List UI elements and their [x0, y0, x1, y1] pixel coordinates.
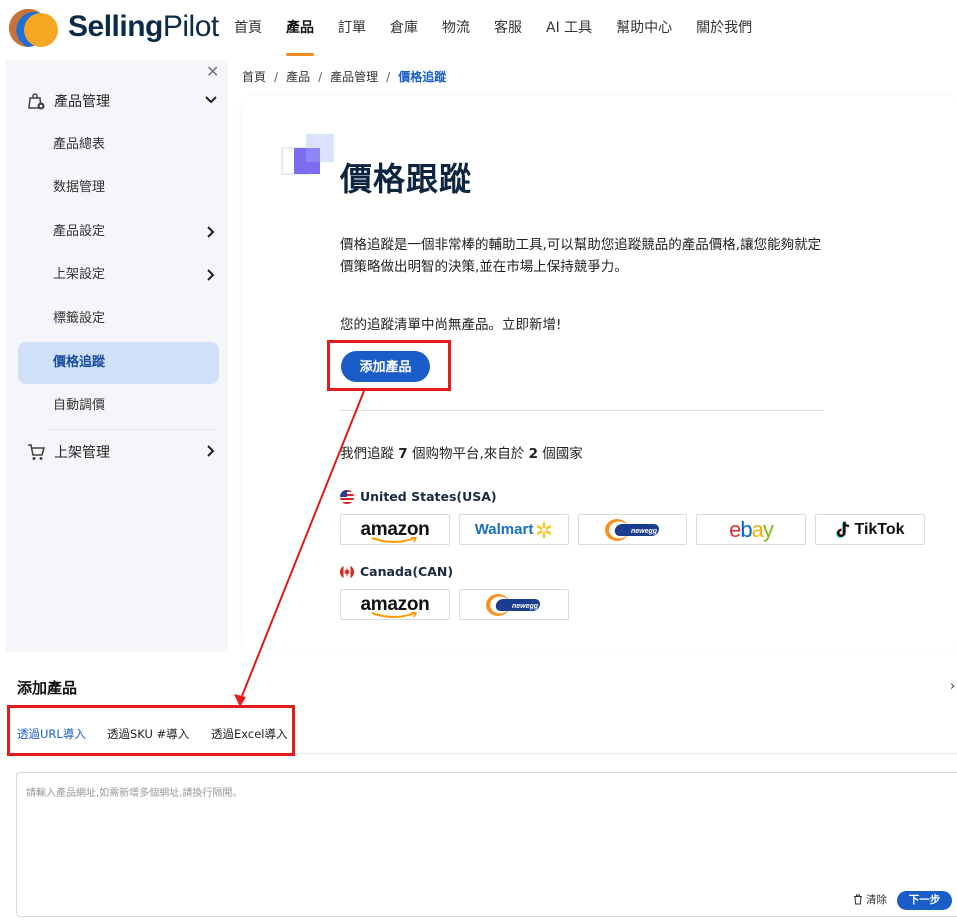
- add-product-button[interactable]: 添加產品: [341, 351, 430, 382]
- sidebar-item-label: 標籤設定: [53, 311, 106, 326]
- marketplace-tiktok-usa[interactable]: TikTok: [815, 514, 925, 545]
- marketplace-newegg-canada[interactable]: newegg: [459, 589, 569, 620]
- breadcrumb-current: 價格追蹤: [398, 70, 447, 84]
- breadcrumb-separator: /: [274, 69, 279, 84]
- walmart-spark-icon: [537, 521, 552, 538]
- sidebar-item-product-settings[interactable]: 產品設定: [18, 211, 219, 253]
- chevron-right-icon: [207, 269, 215, 281]
- usa-flag-icon: [340, 489, 354, 504]
- walmart-logo-text: Walmart: [474, 521, 534, 538]
- trash-icon: [854, 894, 862, 905]
- amazon-smile-icon: [371, 537, 417, 543]
- newegg-logo-text: newegg: [512, 603, 539, 610]
- summary-middle: 個购物平台,來自於: [412, 446, 525, 462]
- product-bag-icon: [28, 93, 45, 110]
- sidebar-group-label: 產品管理: [54, 94, 110, 110]
- clear-button-label: 清除: [866, 894, 887, 906]
- sidebar-item-product-list[interactable]: 產品總表: [18, 124, 219, 166]
- url-input-placeholder: 請輸入產品網址,如需新增多個網址,請換行隔開。: [26, 788, 243, 799]
- marketplace-walmart-usa[interactable]: Walmart: [459, 514, 569, 545]
- nav-item-home[interactable]: 首頁: [222, 0, 274, 56]
- sidebar-item-label: 產品總表: [53, 137, 106, 152]
- marketplace-ebay-usa[interactable]: ebay: [696, 514, 806, 545]
- breadcrumb-products[interactable]: 產品: [286, 68, 310, 85]
- region-name: Canada(CAN): [360, 564, 454, 579]
- nav-item-about-us[interactable]: 關於我們: [684, 0, 764, 56]
- newegg-logo-icon: newegg: [604, 518, 659, 541]
- sidebar-item-label: 数据管理: [53, 180, 106, 195]
- sellingpilot-logo-icon[interactable]: [8, 6, 62, 50]
- breadcrumb-product-management[interactable]: 產品管理: [330, 68, 378, 85]
- newegg-logo-text: newegg: [631, 528, 658, 535]
- chevron-right-icon[interactable]: [204, 444, 218, 458]
- region-canada: Canada(CAN): [340, 564, 453, 579]
- region-usa: United States(USA): [340, 489, 497, 504]
- top-navigation-bar: SellingPilot 首頁 產品 訂單 倉庫 物流 客服 AI 工具 幫助中…: [0, 0, 957, 56]
- sidebar-group-product-management[interactable]: 產品管理: [6, 81, 228, 121]
- sidebar-group-label: 上架管理: [54, 445, 110, 461]
- content-divider: [340, 410, 824, 411]
- tiktok-logo-text: TikTok: [854, 520, 905, 538]
- chevron-right-icon: [207, 226, 215, 238]
- sidebar-item-price-tracking[interactable]: 價格追蹤: [18, 342, 219, 384]
- sidebar-group-listing-management[interactable]: 上架管理: [6, 432, 228, 472]
- summary-prefix: 我們追蹤: [340, 446, 394, 462]
- price-tracking-squares-icon: [281, 134, 334, 175]
- next-step-button[interactable]: 下一步: [897, 891, 952, 910]
- breadcrumb: 首頁 / 產品 / 產品管理 / 價格追蹤: [242, 68, 446, 85]
- sidebar-item-label: 價格追蹤: [53, 355, 106, 370]
- tab-import-excel[interactable]: 透過Excel導入: [211, 726, 287, 742]
- sidebar-close-icon[interactable]: ✕: [206, 62, 219, 81]
- import-method-tabs: 透過URL導入 透過SKU #導入 透過Excel導入: [0, 714, 957, 754]
- marketplace-amazon-usa[interactable]: amazon: [340, 514, 450, 545]
- empty-watchlist-note: 您的追蹤清單中尚無產品。立即新增!: [340, 317, 562, 333]
- breadcrumb-home[interactable]: 首頁: [242, 68, 266, 85]
- sidebar-item-label: 上架設定: [53, 267, 106, 282]
- panel-close-icon[interactable]: ›: [950, 679, 955, 694]
- amazon-smile-icon: [371, 612, 417, 618]
- tracking-summary: 我們追蹤 7 個购物平台,來自於 2 個國家: [340, 442, 583, 462]
- brand-name[interactable]: SellingPilot: [68, 10, 219, 44]
- summary-suffix: 個國家: [542, 446, 583, 462]
- nav-item-logistics[interactable]: 物流: [430, 0, 482, 56]
- sidebar-item-label: 自動調價: [53, 398, 106, 413]
- brand-name-light: Pilot: [162, 10, 219, 43]
- nav-item-customer-service[interactable]: 客服: [482, 0, 534, 56]
- breadcrumb-separator: /: [386, 69, 391, 84]
- sidebar-item-tag-settings[interactable]: 標籤設定: [18, 298, 219, 340]
- newegg-logo-icon: newegg: [486, 593, 540, 616]
- chevron-down-icon[interactable]: [204, 93, 218, 107]
- canada-flag-icon: [340, 564, 354, 579]
- nav-item-help-center[interactable]: 幫助中心: [604, 0, 684, 56]
- nav-item-ai-tools[interactable]: AI 工具: [534, 0, 604, 56]
- sidebar-item-auto-repricing[interactable]: 自動調價: [18, 385, 219, 427]
- tab-import-url[interactable]: 透過URL導入: [17, 726, 86, 742]
- sidebar-item-label: 產品設定: [53, 224, 106, 239]
- clear-button[interactable]: 清除: [853, 892, 887, 907]
- summary-platform-count: 7: [398, 446, 408, 462]
- add-product-panel-title: 添加產品: [17, 679, 78, 697]
- region-name: United States(USA): [360, 489, 497, 504]
- nav-item-orders[interactable]: 訂單: [326, 0, 378, 56]
- page-title: 價格跟蹤: [340, 160, 473, 198]
- marketplace-amazon-canada[interactable]: amazon: [340, 589, 450, 620]
- ebay-logo-text: ebay: [729, 516, 774, 542]
- breadcrumb-separator: /: [318, 69, 323, 84]
- sidebar-item-data-management[interactable]: 数据管理: [18, 167, 219, 209]
- brand-name-bold: Selling: [68, 10, 163, 43]
- nav-item-warehouse[interactable]: 倉庫: [378, 0, 430, 56]
- tiktok-note-icon: [836, 521, 850, 538]
- page-description: 價格追蹤是一個非常棒的輔助工具,可以幫助您追蹤競品的產品價格,讓您能夠就定價策略…: [340, 237, 822, 275]
- nav-item-products[interactable]: 產品: [274, 0, 326, 56]
- summary-country-count: 2: [528, 446, 538, 462]
- marketplace-newegg-usa[interactable]: newegg: [578, 514, 687, 545]
- sidebar: ✕ 產品管理 產品總表 数据管理 產品設定 上架設定 標籤設定 價格追蹤 自動調…: [6, 60, 228, 652]
- sidebar-item-listing-settings[interactable]: 上架設定: [18, 254, 219, 296]
- shopping-cart-icon: [28, 444, 46, 460]
- sidebar-divider: [46, 429, 216, 430]
- tab-import-sku[interactable]: 透過SKU #導入: [107, 726, 189, 742]
- main-nav: 首頁 產品 訂單 倉庫 物流 客服 AI 工具 幫助中心 關於我們: [222, 0, 764, 56]
